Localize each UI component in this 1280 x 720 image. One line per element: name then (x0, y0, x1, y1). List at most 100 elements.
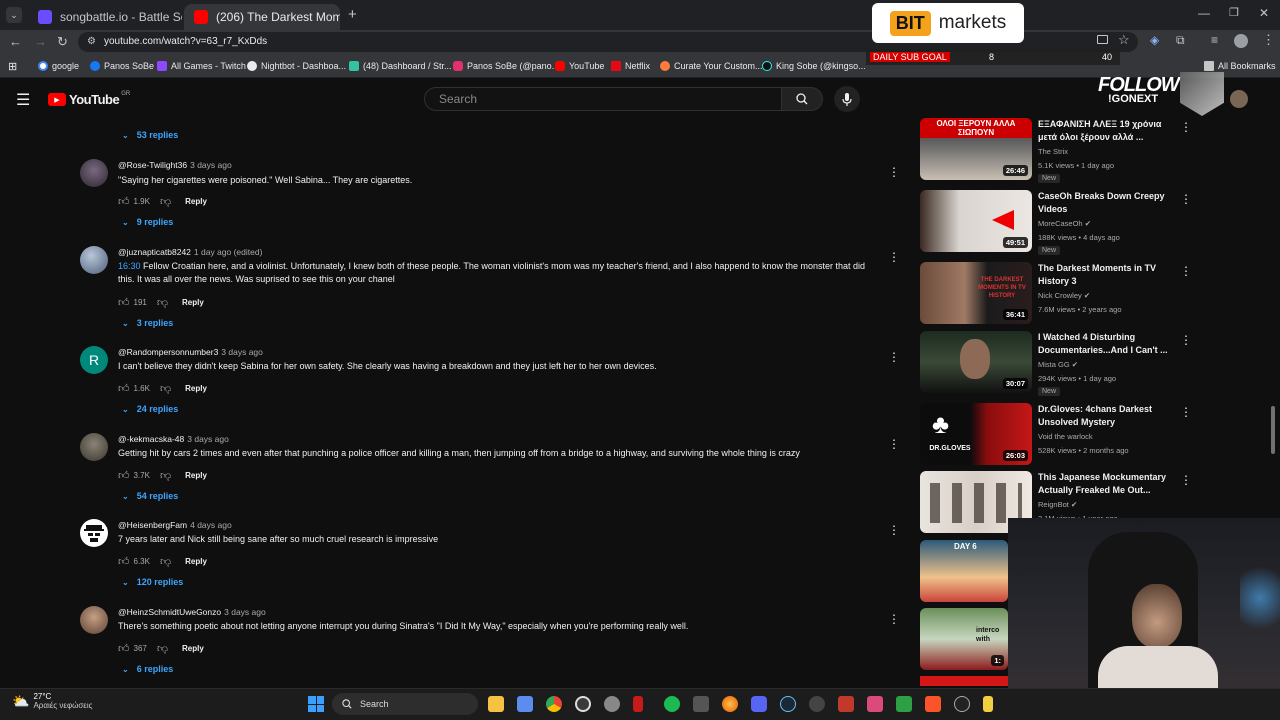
bookmark-twitch[interactable]: All Games - Twitch (157, 61, 246, 71)
steam-icon[interactable] (780, 696, 796, 712)
firefox-icon[interactable] (722, 696, 738, 712)
thumbs-down-icon[interactable]: 👎︎ (157, 642, 168, 655)
recommended-video[interactable]: ΟΛΟΙ ΞΕΡΟΥΝ ΑΛΛΑ ΣΙΩΠΟΥΝ 26:46 ΕΞΑΦΑΝΙΣΗ… (920, 118, 1220, 183)
comment-time[interactable]: 4 days ago (190, 520, 232, 530)
video-thumbnail[interactable]: 49:51 (920, 190, 1032, 252)
channel-name[interactable]: MoreCaseOh ✔ (1038, 219, 1091, 228)
puzzle-icon[interactable]: ⧉ (1176, 33, 1185, 48)
tab-youtube[interactable]: (206) The Darkest Moments in ✕ (184, 4, 340, 30)
search-input[interactable]: Search (424, 87, 782, 111)
all-bookmarks[interactable]: All Bookmarks (1204, 61, 1276, 71)
view-replies-button[interactable]: ⌄ 120 replies (122, 577, 183, 587)
video-menu-icon[interactable]: ⋮ (1180, 120, 1192, 134)
file-explorer-icon[interactable] (488, 696, 504, 712)
like-button[interactable]: 👍︎ 6.3K (118, 555, 150, 568)
video-title[interactable]: This Japanese Mockumentary Actually Frea… (1038, 471, 1178, 497)
streamdeck-icon[interactable] (838, 696, 854, 712)
scrollbar[interactable] (1271, 406, 1275, 454)
bookmark-tiktok[interactable]: King Sobe (@kingso... (762, 61, 866, 71)
avatar[interactable]: R (80, 346, 108, 374)
thumbs-down-icon[interactable]: 👎︎ (157, 296, 168, 309)
video-menu-icon[interactable]: ⋮ (1180, 192, 1192, 206)
tab-search-icon[interactable]: ⌄ (6, 7, 22, 23)
comment-time[interactable]: 3 days ago (221, 347, 263, 357)
video-title[interactable]: I Watched 4 Disturbing Documentaries...A… (1038, 331, 1178, 357)
taskbar-search[interactable]: Search (332, 693, 478, 715)
thumbs-down-icon[interactable]: 👎︎ (160, 469, 171, 482)
media-app-icon[interactable] (954, 696, 970, 712)
reply-button[interactable]: Reply (182, 644, 204, 653)
bookmark-curate[interactable]: Curate Your Custom... (660, 61, 763, 71)
chrome-icon[interactable] (546, 696, 562, 712)
comment-author[interactable]: @HeinzSchmidtUweGonzo (118, 607, 221, 617)
avatar[interactable] (80, 159, 108, 187)
comment-menu-icon[interactable]: ⋮ (888, 250, 900, 264)
reply-button[interactable]: Reply (185, 557, 207, 566)
comment-author[interactable]: @-kekmacska-48 (118, 434, 184, 444)
comment-menu-icon[interactable]: ⋮ (888, 437, 900, 451)
like-button[interactable]: 👍︎ 3.7K (118, 469, 150, 482)
thumbs-down-icon[interactable]: 👎︎ (160, 195, 171, 208)
youtube-user-avatar[interactable] (1230, 90, 1248, 108)
forward-icon[interactable]: → (34, 34, 47, 49)
comment-menu-icon[interactable]: ⋮ (888, 523, 900, 537)
brave-icon[interactable] (925, 696, 941, 712)
bookmark-google[interactable]: google (38, 61, 79, 71)
back-icon[interactable]: ← (9, 34, 22, 49)
menu-icon[interactable]: ⋮ (1262, 32, 1275, 48)
channel-name[interactable]: Void the warlock (1038, 432, 1093, 441)
video-menu-icon[interactable]: ⋮ (1180, 333, 1192, 347)
channel-name[interactable]: Mista GG ✔ (1038, 360, 1078, 369)
like-button[interactable]: 👍︎ 1.6K (118, 382, 150, 395)
avatar[interactable] (80, 433, 108, 461)
bookmark-panos-sobe[interactable]: Panos SoBe (90, 61, 154, 71)
hamburger-menu-icon[interactable]: ☰ (16, 90, 30, 110)
view-replies-button[interactable]: ⌄ 54 replies (122, 491, 178, 501)
avatar[interactable] (80, 246, 108, 274)
view-replies-button[interactable]: ⌄ 6 replies (122, 664, 173, 674)
windows-start-icon[interactable] (308, 696, 324, 712)
install-icon[interactable] (1097, 35, 1108, 44)
reload-icon[interactable]: ↻ (57, 34, 68, 50)
app-icon[interactable] (693, 696, 709, 712)
app-4k-icon[interactable] (809, 696, 825, 712)
comment-menu-icon[interactable]: ⋮ (888, 350, 900, 364)
video-menu-icon[interactable]: ⋮ (1180, 473, 1192, 487)
comment-author[interactable]: @Randompersonnumber3 (118, 347, 218, 357)
settings-icon[interactable] (604, 696, 620, 712)
store-icon[interactable] (517, 696, 533, 712)
recommended-video[interactable]: 30:07 I Watched 4 Disturbing Documentari… (920, 331, 1220, 396)
video-title[interactable]: Dr.Gloves: 4chans Darkest Unsolved Myste… (1038, 403, 1178, 429)
comment-menu-icon[interactable]: ⋮ (888, 165, 900, 179)
timestamp-link[interactable]: 16:30 (118, 261, 141, 271)
reply-button[interactable]: Reply (185, 471, 207, 480)
comment-time[interactable]: 3 days ago (187, 434, 229, 444)
youtube-logo[interactable]: ▶ YouTube GR (48, 91, 130, 107)
bookmark-nightbot[interactable]: Nightbot - Dashboa... (247, 61, 346, 71)
recommended-video[interactable]: THE DARKEST MOMENTS IN TV HISTORY 36:41 … (920, 262, 1220, 326)
view-replies-button[interactable]: ⌄ 53 replies (122, 130, 178, 140)
spotify-icon[interactable] (664, 696, 680, 712)
new-tab-icon[interactable]: + (348, 6, 357, 23)
video-thumbnail[interactable]: THE DARKEST MOMENTS IN TV HISTORY 36:41 (920, 262, 1032, 324)
video-thumbnail[interactable]: ΟΛΟΙ ΞΕΡΟΥΝ ΑΛΛΑ ΣΙΩΠΟΥΝ 26:46 (920, 118, 1032, 180)
avatar[interactable] (80, 519, 108, 547)
recommended-video[interactable]: ♣ DR.GLOVES 26:03 Dr.Gloves: 4chans Dark… (920, 403, 1220, 467)
video-thumbnail[interactable]: ♣ DR.GLOVES 26:03 (920, 403, 1032, 465)
apps-icon[interactable]: ⊞ (8, 60, 17, 73)
voice-search-button[interactable] (834, 86, 860, 112)
bookmark-netflix[interactable]: Netflix (611, 61, 650, 71)
close-window-icon[interactable]: ✕ (1259, 6, 1269, 20)
view-replies-button[interactable]: ⌄ 24 replies (122, 404, 178, 414)
view-replies-button[interactable]: ⌄ 3 replies (122, 318, 173, 328)
restore-icon[interactable]: ❐ (1229, 6, 1239, 19)
video-title[interactable]: The Darkest Moments in TV History 3 (1038, 262, 1178, 288)
photo-app-icon[interactable] (867, 696, 883, 712)
like-button[interactable]: 👍︎ 1.9K (118, 195, 150, 208)
comment-time[interactable]: 1 day ago (edited) (194, 247, 263, 257)
media-icon[interactable]: ≡ (1211, 33, 1218, 47)
search-button[interactable] (781, 87, 823, 111)
comment-menu-icon[interactable]: ⋮ (888, 612, 900, 626)
thumbs-down-icon[interactable]: 👎︎ (160, 382, 171, 395)
reply-button[interactable]: Reply (182, 298, 204, 307)
